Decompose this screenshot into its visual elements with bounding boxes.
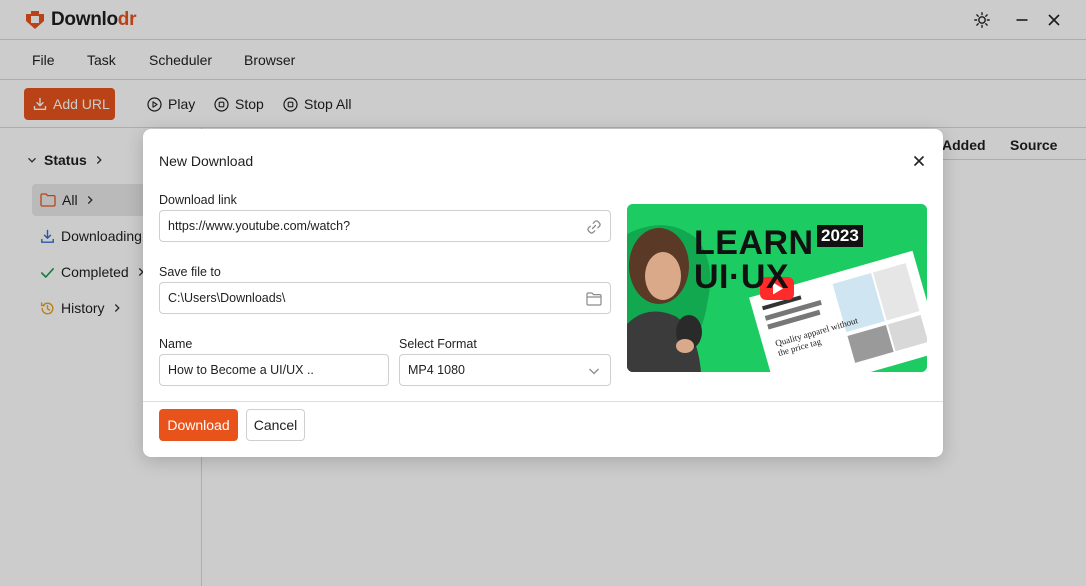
video-thumbnail: LEARN UI·UX 2023 Quality apparel without… <box>627 204 927 372</box>
format-label: Select Format <box>399 337 477 351</box>
name-label: Name <box>159 337 193 351</box>
thumbnail-title-line2: UI·UX <box>694 258 790 296</box>
download-link-input[interactable]: https://www.youtube.com/watch? <box>159 210 611 242</box>
cancel-button[interactable]: Cancel <box>246 409 305 441</box>
save-path-label: Save file to <box>159 265 221 279</box>
dialog-title: New Download <box>159 153 254 169</box>
name-input[interactable]: How to Become a UI/UX .. <box>159 354 389 386</box>
chevron-down-icon <box>589 368 599 375</box>
format-value: MP4 1080 <box>408 363 465 377</box>
close-icon <box>913 155 925 167</box>
download-link-label: Download link <box>159 193 237 207</box>
link-icon <box>587 220 601 234</box>
new-download-dialog: New Download Download link https://www.y… <box>143 129 943 457</box>
save-path-value: C:\Users\Downloads\ <box>168 291 286 305</box>
dialog-close-button[interactable] <box>909 151 929 171</box>
download-link-value: https://www.youtube.com/watch? <box>168 219 351 233</box>
format-select[interactable]: MP4 1080 <box>399 354 611 386</box>
thumbnail-year-badge: 2023 <box>817 225 863 247</box>
name-value: How to Become a UI/UX .. <box>168 363 314 377</box>
folder-browse-icon[interactable] <box>585 290 603 308</box>
dialog-divider <box>143 401 943 402</box>
save-path-input[interactable]: C:\Users\Downloads\ <box>159 282 611 314</box>
download-button[interactable]: Download <box>159 409 238 441</box>
